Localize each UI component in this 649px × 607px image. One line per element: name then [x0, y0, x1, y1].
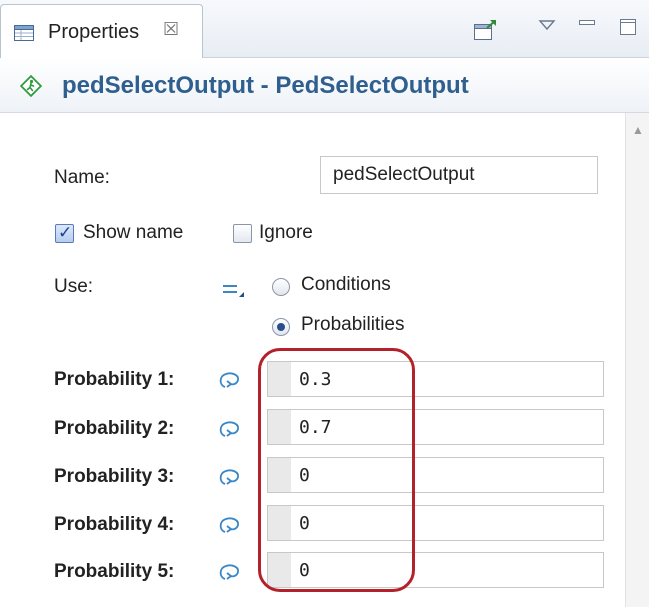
- field-gutter: [268, 362, 291, 396]
- field-gutter: [268, 410, 291, 444]
- tab-label: Properties: [48, 21, 140, 43]
- field-gutter: [268, 506, 291, 540]
- probability-2-field[interactable]: 0.7: [267, 409, 604, 445]
- name-label: Name:: [54, 167, 110, 188]
- ignore-checkbox[interactable]: [233, 224, 252, 243]
- probability-5-label: Probability 5:: [54, 561, 175, 582]
- probability-1-label: Probability 1:: [54, 369, 175, 390]
- maximize-icon[interactable]: [615, 14, 641, 40]
- properties-table-icon: [14, 25, 34, 41]
- name-input[interactable]: [320, 156, 598, 194]
- properties-header: pedSelectOutput - PedSelectOutput: [0, 58, 649, 113]
- dynamic-value-icon[interactable]: [216, 560, 244, 584]
- probability-3-field[interactable]: 0: [267, 457, 604, 493]
- tab-properties[interactable]: Properties ☒: [0, 4, 203, 59]
- dynamic-value-icon[interactable]: [216, 465, 244, 489]
- checkmark-icon: ✓: [58, 223, 73, 242]
- vertical-scrollbar[interactable]: ▲: [625, 113, 649, 607]
- dynamic-value-icon[interactable]: [216, 368, 244, 392]
- dynamic-value-icon[interactable]: [216, 417, 244, 441]
- show-name-checkbox[interactable]: ✓: [55, 223, 74, 243]
- dynamic-value-icon[interactable]: [216, 513, 244, 537]
- probability-4-label: Probability 4:: [54, 514, 175, 535]
- ignore-label: Ignore: [259, 222, 313, 243]
- probability-4-field[interactable]: 0: [267, 505, 604, 541]
- probabilities-radio[interactable]: [272, 318, 290, 336]
- minimize-icon[interactable]: [574, 14, 600, 40]
- probability-5-value: 0: [299, 560, 310, 581]
- probability-3-value: 0: [299, 465, 310, 486]
- probability-1-field[interactable]: 0.3: [267, 361, 604, 397]
- conditions-label: Conditions: [301, 274, 391, 295]
- scroll-up-icon[interactable]: ▲: [632, 123, 644, 137]
- field-gutter: [268, 553, 291, 587]
- view-tab-bar: Properties ☒: [0, 0, 649, 59]
- probability-1-value: 0.3: [299, 369, 332, 390]
- use-label: Use:: [54, 276, 94, 297]
- probability-2-label: Probability 2:: [54, 418, 175, 439]
- close-icon[interactable]: ☒: [163, 19, 179, 39]
- show-name-label: Show name: [83, 222, 184, 243]
- probability-2-value: 0.7: [299, 417, 332, 438]
- probabilities-label: Probabilities: [301, 314, 405, 335]
- probability-3-label: Probability 3:: [54, 466, 175, 487]
- probability-5-field[interactable]: 0: [267, 552, 604, 588]
- view-menu-icon[interactable]: [534, 14, 560, 40]
- probability-4-value: 0: [299, 513, 310, 534]
- pedestrian-select-output-icon: [20, 75, 42, 97]
- field-gutter: [268, 458, 291, 492]
- radio-selected-dot: [277, 323, 285, 331]
- page-title: pedSelectOutput - PedSelectOutput: [62, 72, 469, 99]
- new-view-icon[interactable]: [472, 18, 498, 44]
- conditions-radio[interactable]: [272, 278, 290, 296]
- static-value-icon[interactable]: [220, 277, 246, 301]
